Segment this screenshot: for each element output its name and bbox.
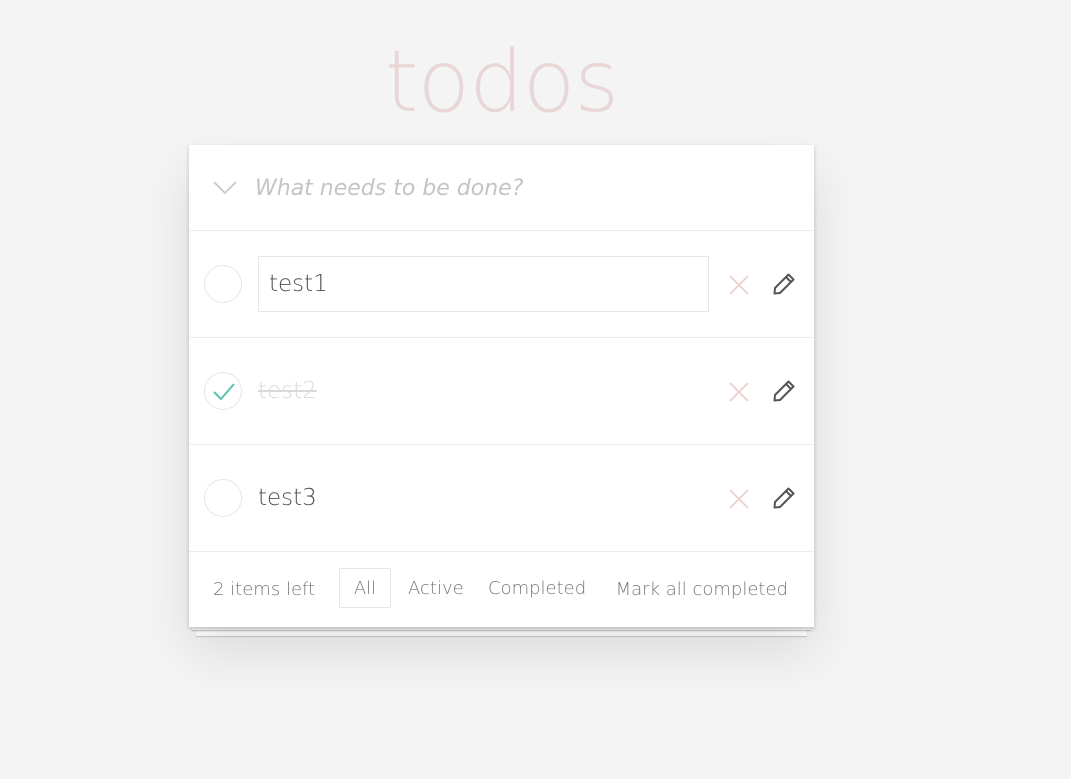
filter-completed[interactable]: Completed — [477, 568, 597, 608]
close-icon[interactable] — [727, 380, 751, 404]
todo-item: test3 — [189, 445, 814, 552]
todo-list: test2 test3 — [189, 145, 814, 552]
todo-toggle-checkbox[interactable] — [204, 265, 242, 303]
todo-label: test2 — [258, 378, 317, 404]
pencil-icon[interactable] — [771, 271, 797, 297]
todo-toggle-checkbox[interactable] — [204, 372, 242, 410]
todo-label: test3 — [258, 485, 317, 511]
filter-active[interactable]: Active — [397, 568, 475, 608]
mark-all-completed-button[interactable]: Mark all completed — [616, 578, 788, 602]
pencil-icon[interactable] — [771, 485, 797, 511]
app-title: todos — [384, 32, 619, 132]
todo-panel: test2 test3 — [189, 145, 814, 627]
pencil-icon[interactable] — [771, 378, 797, 404]
todo-edit-field[interactable] — [258, 256, 709, 312]
todo-item: test2 — [189, 338, 814, 445]
todo-item — [189, 231, 814, 338]
filter-all[interactable]: All — [339, 568, 391, 608]
close-icon[interactable] — [727, 273, 751, 297]
todo-footer: 2 items left All Active Completed Mark a… — [189, 552, 814, 627]
todo-toggle-checkbox[interactable] — [204, 479, 242, 517]
check-icon — [213, 383, 235, 401]
items-left-count: 2 items left — [213, 579, 316, 600]
close-icon[interactable] — [727, 487, 751, 511]
